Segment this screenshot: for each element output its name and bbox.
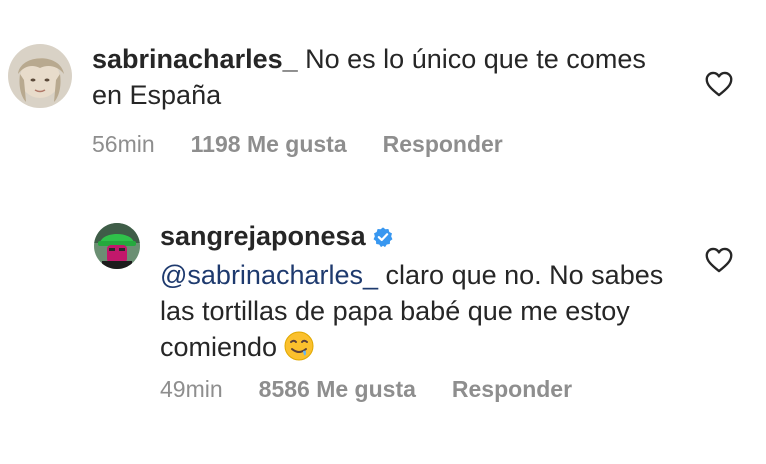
like-heart-icon[interactable] [705, 71, 733, 97]
comment-time: 56min [92, 131, 155, 157]
comment-text: sangrejaponesa @sabrinacharles_ claro qu… [160, 218, 680, 371]
drooling-face-icon [283, 330, 315, 371]
verified-badge-icon [372, 221, 394, 257]
like-heart-icon[interactable] [705, 247, 733, 273]
comment-meta: 56min 1198 Me gusta Responder [92, 131, 503, 158]
reply-button[interactable]: Responder [452, 376, 572, 403]
avatar[interactable] [8, 44, 72, 108]
avatar[interactable] [94, 223, 140, 269]
likes-count[interactable]: 1198 Me gusta [191, 131, 347, 158]
comment-username[interactable]: sabrinacharles_ [92, 44, 298, 74]
comment-username[interactable]: sangrejaponesa [160, 221, 366, 251]
mention-link[interactable]: @sabrinacharles_ [160, 260, 378, 290]
comment-time: 49min [160, 376, 223, 402]
likes-count[interactable]: 8586 Me gusta [259, 376, 416, 403]
comment-meta: 49min 8586 Me gusta Responder [160, 376, 572, 403]
reply-button[interactable]: Responder [383, 131, 503, 158]
comment-text: sabrinacharles_ No es lo único que te co… [92, 41, 652, 113]
comments-thread: sabrinacharles_ No es lo único que te co… [0, 0, 766, 464]
